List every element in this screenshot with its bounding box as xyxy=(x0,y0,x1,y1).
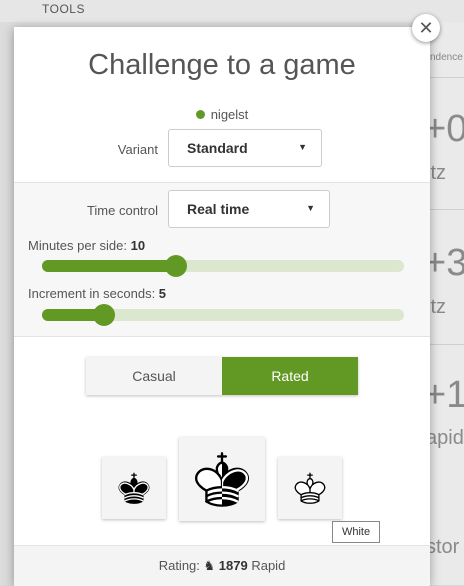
chevron-down-icon: ▼ xyxy=(306,203,315,213)
play-white-button[interactable] xyxy=(278,457,342,519)
minutes-label: Minutes per side: 10 xyxy=(28,238,145,253)
rapid-rating-icon: ♞ xyxy=(203,558,216,573)
variant-value: Standard xyxy=(187,140,248,156)
time-control-section: Time control Real time ▼ Minutes per sid… xyxy=(14,182,430,337)
minutes-slider[interactable] xyxy=(42,255,404,277)
challenge-modal: Challenge to a game nigelst Variant Stan… xyxy=(14,27,430,586)
background-strip: ndence +0 itz +3 itz +1 apid stor xyxy=(424,22,464,585)
minutes-slider-handle[interactable] xyxy=(164,255,187,277)
game-mode-toggle: Casual Rated xyxy=(86,357,358,395)
time-control-select[interactable]: Real time ▼ xyxy=(168,190,330,228)
minutes-label-text: Minutes per side: xyxy=(28,238,131,253)
strip-divider xyxy=(428,344,464,345)
strip-row3-small: apid xyxy=(426,427,464,449)
close-icon[interactable]: ✕ xyxy=(412,14,440,42)
rated-button[interactable]: Rated xyxy=(222,357,358,395)
strip-divider xyxy=(428,77,464,78)
casual-button[interactable]: Casual xyxy=(86,357,222,395)
strip-row1-small: itz xyxy=(426,162,446,184)
minutes-slider-fill xyxy=(42,260,176,272)
increment-slider-handle[interactable] xyxy=(92,304,115,326)
strip-row4-small: stor xyxy=(426,536,460,558)
modal-title: Challenge to a game xyxy=(88,49,356,81)
opponent-user[interactable]: nigelst xyxy=(14,107,430,122)
online-status-icon xyxy=(195,110,205,119)
minutes-value: 10 xyxy=(130,238,146,253)
increment-label-text: Increment in seconds: xyxy=(28,286,159,301)
variant-select[interactable]: Standard ▼ xyxy=(168,129,322,167)
time-control-value: Real time xyxy=(187,201,250,217)
increment-slider[interactable] xyxy=(42,304,404,326)
white-king-icon xyxy=(294,472,326,504)
rating-value: 1879 xyxy=(218,558,248,573)
increment-label: Increment in seconds: 5 xyxy=(28,286,166,301)
play-random-button[interactable] xyxy=(179,437,265,521)
strip-row2-small: itz xyxy=(426,296,446,318)
color-tooltip: White xyxy=(332,521,380,543)
play-black-button[interactable] xyxy=(102,457,166,519)
rating-prefix: Rating: xyxy=(158,558,204,573)
rating-suffix: Rapid xyxy=(247,558,286,573)
strip-top-text: ndence xyxy=(430,52,463,63)
tools-label: TOOLS xyxy=(42,2,85,16)
random-color-king-icon xyxy=(195,452,249,507)
chevron-down-icon: ▼ xyxy=(298,142,307,152)
rating-footer: Rating: ♞ 1879 Rapid xyxy=(14,545,430,586)
variant-label: Variant xyxy=(117,142,158,157)
strip-divider xyxy=(428,209,464,210)
increment-value: 5 xyxy=(158,286,167,301)
background-topbar: TOOLS xyxy=(0,0,464,22)
opponent-name: nigelst xyxy=(210,107,249,122)
black-king-icon xyxy=(118,472,150,504)
time-control-label: Time control xyxy=(86,203,158,218)
